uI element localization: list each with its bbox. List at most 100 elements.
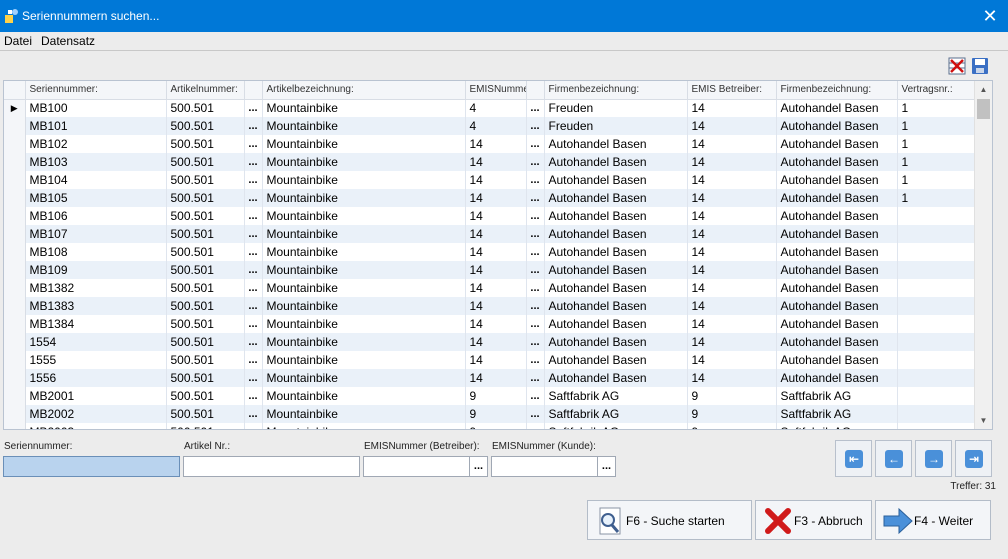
artikel-lookup-button[interactable]: ... xyxy=(244,243,263,261)
table-row[interactable]: MB1382 500.501... Mountainbike 14... Autohan… xyxy=(4,279,975,297)
table-row[interactable]: 1554 500.501... Mountainbike 14... Autohande… xyxy=(4,333,975,351)
artikel-lookup-button[interactable]: ... xyxy=(244,189,263,207)
cell-emis-betreiber: 14 xyxy=(687,333,777,351)
artikel-lookup-button[interactable]: ... xyxy=(244,279,263,297)
emis-betreiber-input[interactable]: ... xyxy=(363,456,488,477)
artikel-lookup-button[interactable]: ... xyxy=(244,351,263,369)
artikel-lookup-button[interactable]: ... xyxy=(244,369,263,387)
scroll-thumb[interactable] xyxy=(977,99,990,119)
table-row[interactable]: MB2002 500.501... Mountainbike 9... Saftfabr… xyxy=(4,405,975,423)
emis-lookup-button[interactable]: ... xyxy=(526,207,545,225)
emis-lookup-button[interactable]: ... xyxy=(526,351,545,369)
artikel-lookup-button[interactable]: ... xyxy=(244,333,263,351)
emis-kunde-input[interactable]: ... xyxy=(491,456,616,477)
next-record-button[interactable]: → xyxy=(915,440,952,477)
artikel-lookup-button[interactable]: ... xyxy=(244,135,263,153)
artikel-lookup-button[interactable]: ... xyxy=(244,297,263,315)
artikel-lookup-button[interactable]: ... xyxy=(244,261,263,279)
emis-lookup-button[interactable]: ... xyxy=(526,135,545,153)
emis-kunde-lookup-button[interactable]: ... xyxy=(597,457,615,476)
emis-lookup-button[interactable]: ... xyxy=(526,243,545,261)
cell-firmenbezeichnung: Autohandel Basen xyxy=(544,369,688,387)
table-row[interactable]: MB2001 500.501... Mountainbike 9... Saftfabr… xyxy=(4,387,975,405)
table-row[interactable]: MB2003500.501...Mountainbike9...Saftfabr… xyxy=(4,423,975,429)
table-row[interactable]: ▶ MB100 500.501... Mountainbike 4... Freuden 1… xyxy=(4,99,975,117)
artikel-lookup-button[interactable]: ... xyxy=(244,387,263,405)
menu-datei[interactable]: Datei xyxy=(4,34,32,48)
emis-lookup-button[interactable]: ... xyxy=(526,369,545,387)
table-row[interactable]: MB101 500.501... Mountainbike 4... Freuden 14… xyxy=(4,117,975,135)
vertical-scrollbar[interactable]: ▲ ▼ xyxy=(974,81,992,429)
last-record-button[interactable]: ⇥ xyxy=(955,440,992,477)
scroll-up-icon[interactable]: ▲ xyxy=(975,81,992,98)
table-row[interactable]: MB106 500.501... Mountainbike 14... Autohand… xyxy=(4,207,975,225)
table-row[interactable]: MB1383 500.501... Mountainbike 14... Autohan… xyxy=(4,297,975,315)
emis-lookup-button[interactable]: ... xyxy=(526,171,545,189)
row-indicator xyxy=(4,333,26,351)
artikel-lookup-button[interactable]: ... xyxy=(244,117,263,135)
col-header[interactable]: Artikelnummer: xyxy=(166,81,245,100)
col-header[interactable]: Firmenbezeichnung: xyxy=(544,81,688,100)
emis-lookup-button[interactable]: ... xyxy=(526,423,545,429)
menu-datensatz[interactable]: Datensatz xyxy=(41,34,95,48)
cell-emis-betreiber: 14 xyxy=(687,99,777,117)
emis-lookup-button[interactable]: ... xyxy=(526,279,545,297)
emis-lookup-button[interactable]: ... xyxy=(526,387,545,405)
artikel-lookup-button[interactable]: ... xyxy=(244,207,263,225)
prev-record-button[interactable]: ← xyxy=(875,440,912,477)
artikel-lookup-button[interactable]: ... xyxy=(244,423,263,429)
artikel-lookup-button[interactable]: ... xyxy=(244,315,263,333)
col-header[interactable]: EMIS Betreiber: xyxy=(687,81,777,100)
col-header[interactable]: Firmenbezeichnung: xyxy=(776,81,898,100)
cell-firmenbezeichnung-betreiber: Autohandel Basen xyxy=(776,171,898,189)
table-row[interactable]: MB108 500.501... Mountainbike 14... Autohand… xyxy=(4,243,975,261)
serial-number-grid[interactable]: Seriennummer: Artikelnummer: Artikelbeze… xyxy=(3,80,993,430)
artikel-lookup-button[interactable]: ... xyxy=(244,405,263,423)
emis-kunde-label: EMISNummer (Kunde): xyxy=(492,441,596,452)
col-header[interactable]: EMISNummer: xyxy=(465,81,527,100)
menu-bar: Datei Datensatz xyxy=(0,32,1008,51)
table-row[interactable]: MB104 500.501... Mountainbike 14... Autohand… xyxy=(4,171,975,189)
emis-lookup-button[interactable]: ... xyxy=(526,405,545,423)
emis-lookup-button[interactable]: ... xyxy=(526,225,545,243)
artikel-lookup-button[interactable]: ... xyxy=(244,225,263,243)
col-header[interactable]: Artikelbezeichnung: xyxy=(262,81,466,100)
close-icon[interactable]: ✕ xyxy=(978,4,1002,28)
scroll-down-icon[interactable]: ▼ xyxy=(975,412,992,429)
delete-grid-icon[interactable] xyxy=(948,57,966,75)
first-record-button[interactable]: ⇤ xyxy=(835,440,872,477)
table-row[interactable]: MB1384 500.501... Mountainbike 14... Autohan… xyxy=(4,315,975,333)
seriennummer-input[interactable] xyxy=(3,456,180,477)
emis-lookup-button[interactable]: ... xyxy=(526,333,545,351)
save-disk-icon[interactable] xyxy=(971,57,989,75)
emis-betreiber-lookup-button[interactable]: ... xyxy=(469,457,487,476)
emis-lookup-button[interactable]: ... xyxy=(526,117,545,135)
cell-artikelnummer: 500.501 xyxy=(166,351,245,369)
cell-seriennummer: MB108 xyxy=(25,243,167,261)
table-row[interactable]: MB105 500.501... Mountainbike 14... Autohand… xyxy=(4,189,975,207)
table-row[interactable]: 1556 500.501... Mountainbike 14... Autohande… xyxy=(4,369,975,387)
emis-lookup-button[interactable]: ... xyxy=(526,99,545,117)
col-header[interactable]: Seriennummer: xyxy=(25,81,167,100)
emis-lookup-button[interactable]: ... xyxy=(526,261,545,279)
table-row[interactable]: MB102 500.501... Mountainbike 14... Autohand… xyxy=(4,135,975,153)
next-button[interactable]: F4 - Weiter xyxy=(875,500,991,540)
artikel-input[interactable] xyxy=(183,456,360,477)
artikel-lookup-button[interactable]: ... xyxy=(244,153,263,171)
emis-lookup-button[interactable]: ... xyxy=(526,189,545,207)
artikel-lookup-button[interactable]: ... xyxy=(244,99,263,117)
emis-lookup-button[interactable]: ... xyxy=(526,153,545,171)
table-row[interactable]: MB107 500.501... Mountainbike 14... Autohand… xyxy=(4,225,975,243)
search-button[interactable]: F6 - Suche starten xyxy=(587,500,752,540)
search-button-label: F6 - Suche starten xyxy=(626,514,725,528)
cancel-button[interactable]: F3 - Abbruch xyxy=(755,500,872,540)
table-row[interactable]: 1555 500.501... Mountainbike 14... Autohande… xyxy=(4,351,975,369)
cell-artikelbezeichnung: Mountainbike xyxy=(262,171,466,189)
artikel-lookup-button[interactable]: ... xyxy=(244,171,263,189)
table-row[interactable]: MB109 500.501... Mountainbike 14... Autohand… xyxy=(4,261,975,279)
emis-lookup-button[interactable]: ... xyxy=(526,297,545,315)
table-row[interactable]: MB103 500.501... Mountainbike 14... Autohand… xyxy=(4,153,975,171)
emis-lookup-button[interactable]: ... xyxy=(526,315,545,333)
col-header[interactable]: Vertragsnr.: xyxy=(897,81,975,100)
cell-firmenbezeichnung: Autohandel Basen xyxy=(544,171,688,189)
